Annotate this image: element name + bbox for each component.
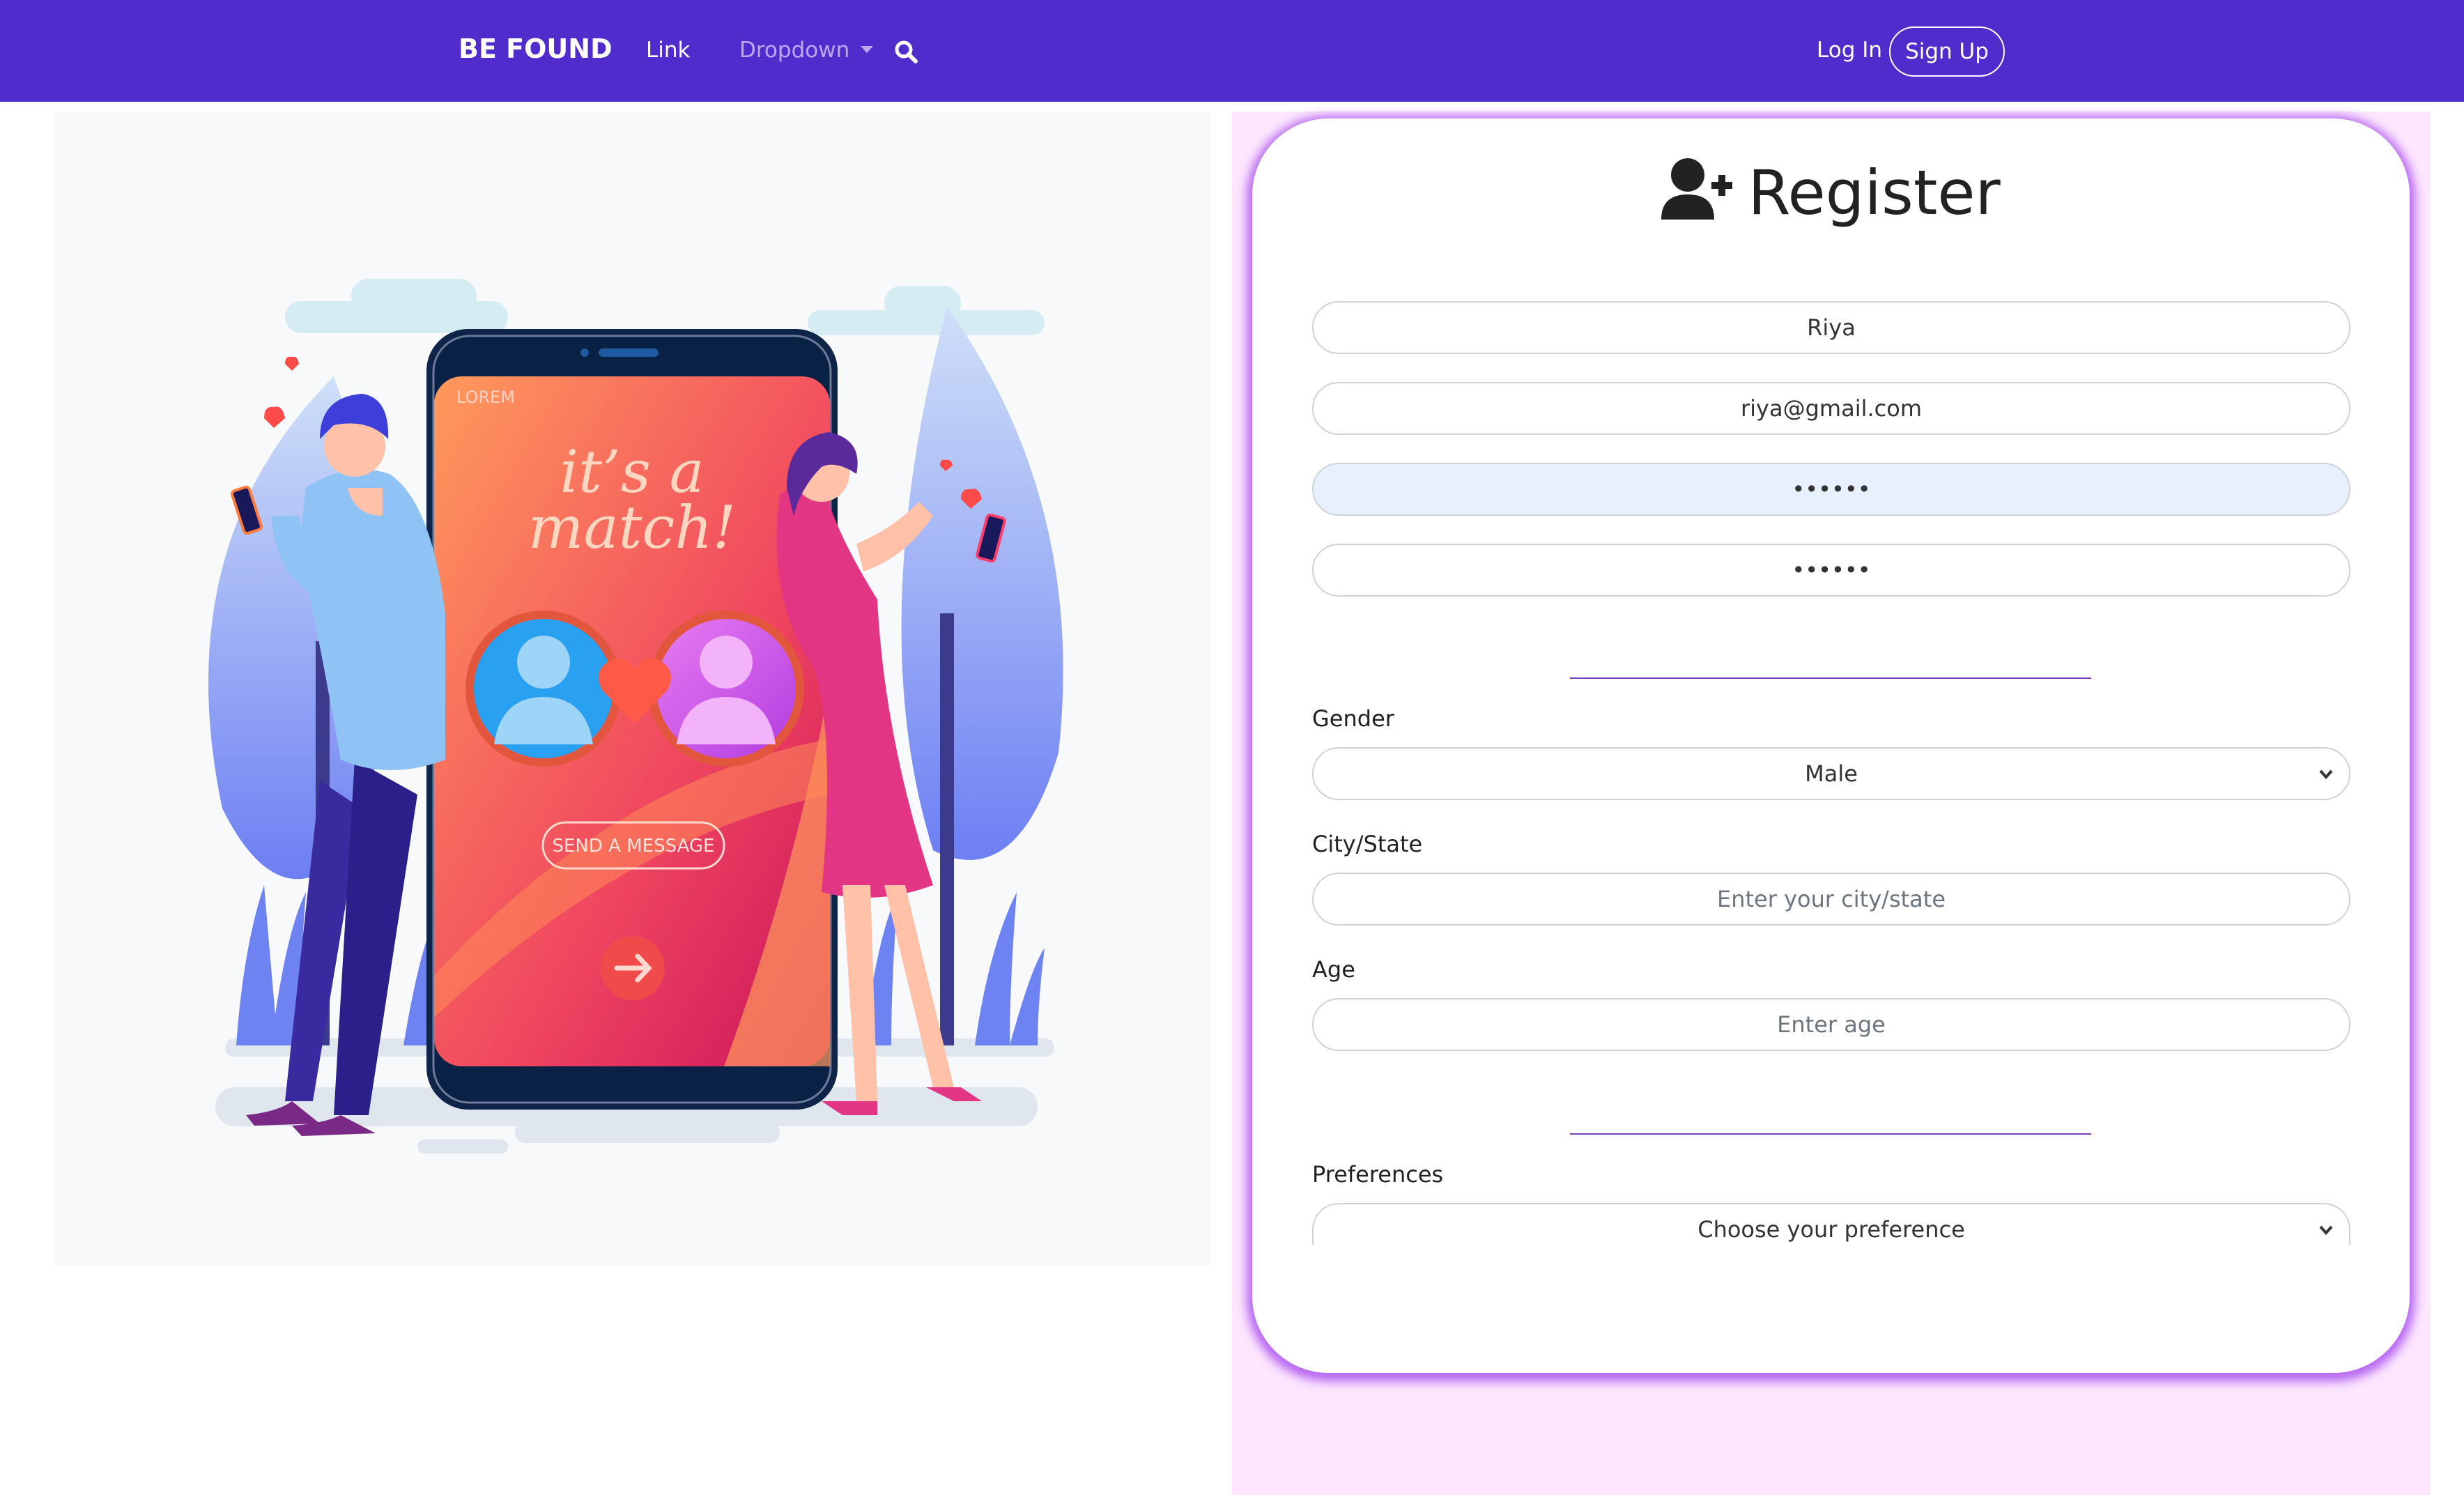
name-field[interactable] [1312, 301, 2350, 354]
gender-select[interactable]: Male [1312, 747, 2350, 800]
search-icon[interactable] [893, 39, 918, 64]
confirm-password-field[interactable] [1312, 544, 2350, 597]
signup-button[interactable]: Sign Up [1889, 26, 2005, 77]
section-divider [1570, 677, 2091, 679]
gender-label: Gender [1312, 705, 1394, 732]
nav-link[interactable]: Link [646, 38, 690, 63]
age-label: Age [1312, 956, 1355, 983]
match-headline-2: match! [528, 493, 736, 562]
password-field[interactable] [1312, 463, 2350, 516]
dating-illustration: LOREM it’s a match! SEND A MESSAGE [55, 112, 1211, 1266]
preferences-select[interactable]: Choose your preference [1312, 1203, 2350, 1245]
nav-dropdown-label: Dropdown [739, 38, 850, 63]
age-field[interactable] [1312, 998, 2350, 1051]
navbar: BE FOUND Link Dropdown Log In Sign Up [0, 0, 2464, 102]
caret-down-icon [861, 46, 874, 53]
section-divider [1570, 1133, 2091, 1135]
city-field[interactable] [1312, 873, 2350, 926]
email-field[interactable] [1312, 382, 2350, 435]
chevron-down-icon [2319, 1225, 2333, 1236]
brand-logo[interactable]: BE FOUND [459, 33, 613, 64]
chevron-down-icon [2319, 769, 2333, 780]
phone-status-text: LOREM [456, 388, 515, 407]
gender-select-value: Male [1805, 760, 1858, 787]
login-link[interactable]: Log In [1817, 38, 1882, 63]
user-plus-icon [1661, 158, 1733, 220]
preferences-select-value: Choose your preference [1697, 1216, 1965, 1243]
register-title: Register [1252, 157, 2410, 229]
city-label: City/State [1312, 831, 1423, 857]
register-card: Register Gender Male City/State Age Pref… [1252, 118, 2410, 1373]
send-message-text: SEND A MESSAGE [553, 836, 715, 857]
illustration-graphic: LOREM it’s a match! SEND A MESSAGE [208, 279, 1063, 1153]
register-title-text: Register [1748, 157, 2001, 229]
preferences-label: Preferences [1312, 1161, 1444, 1188]
nav-dropdown[interactable]: Dropdown [739, 38, 874, 63]
